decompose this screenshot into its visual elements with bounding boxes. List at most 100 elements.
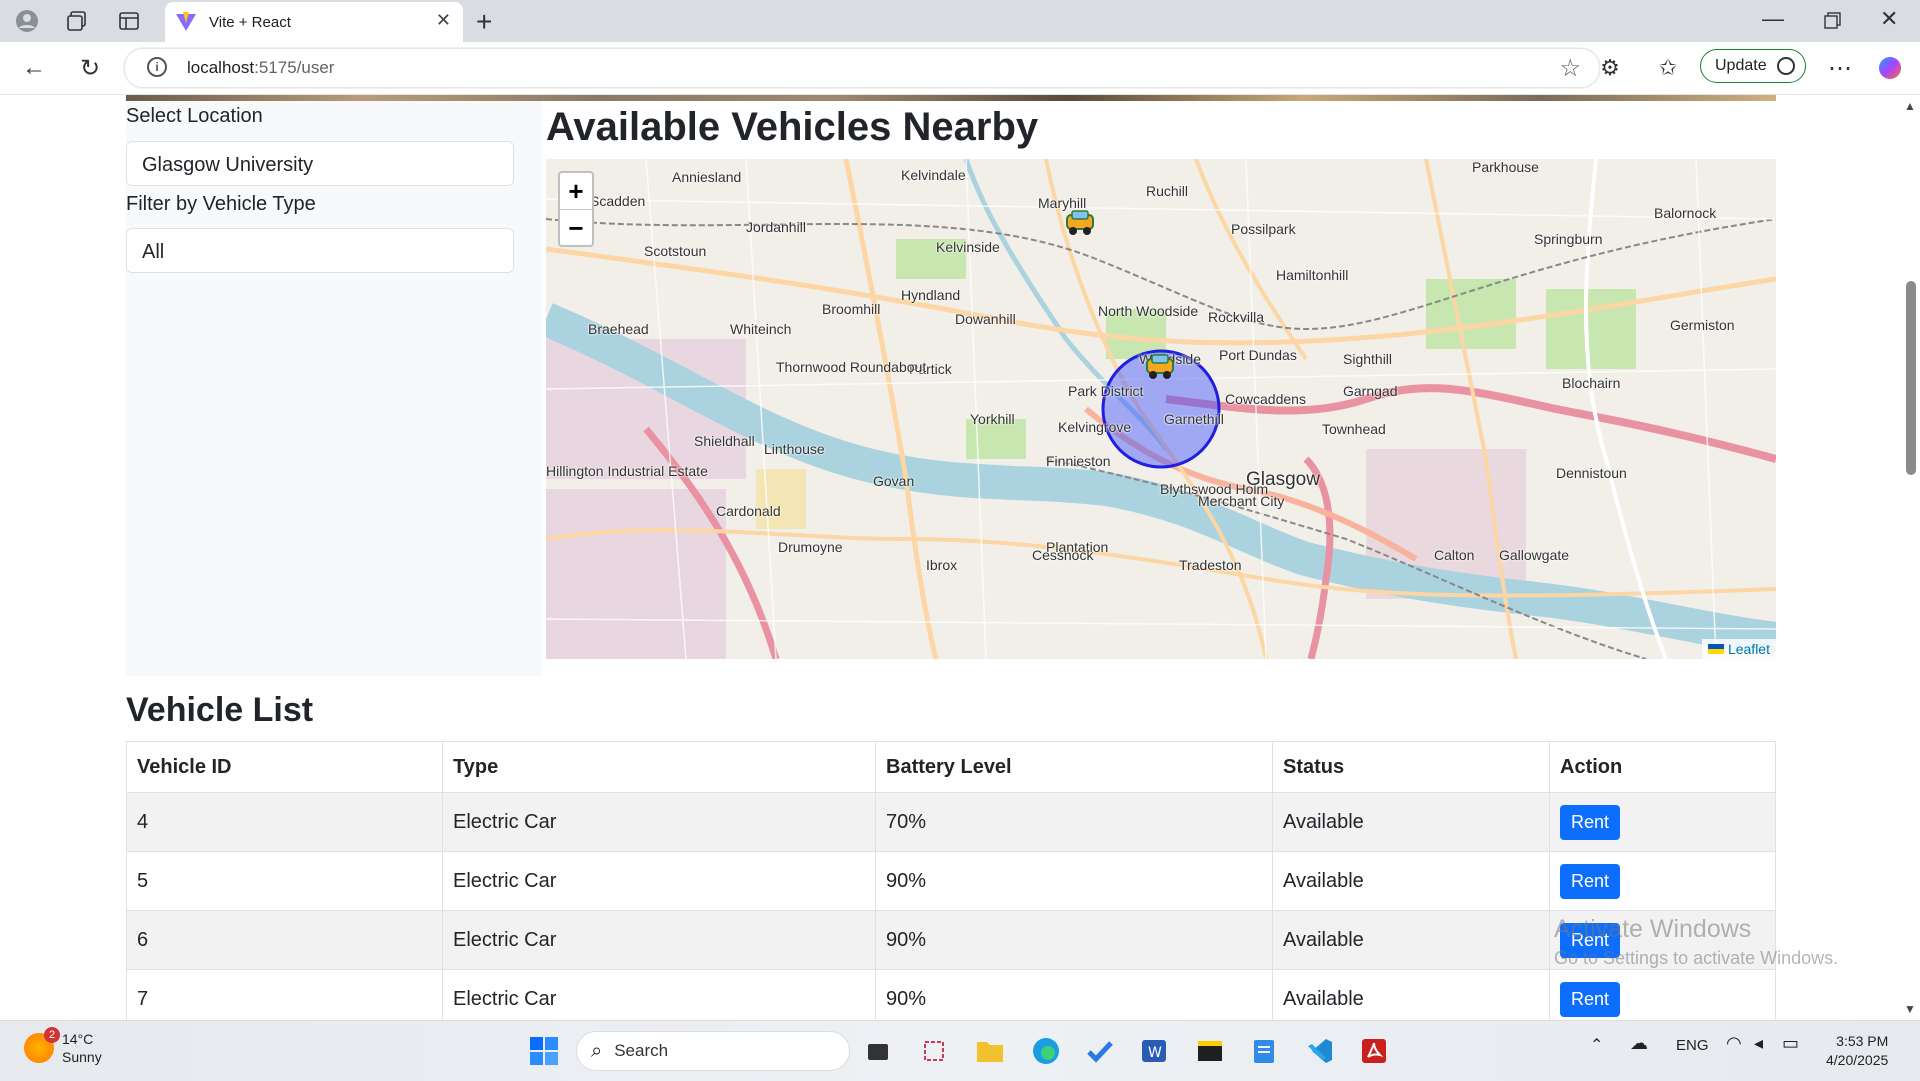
map-place-label: Cessnock bbox=[1032, 547, 1094, 563]
map-place-label: Port Dundas bbox=[1219, 347, 1297, 363]
map-place-label: Cardonald bbox=[716, 503, 781, 519]
cell-id: 4 bbox=[126, 792, 443, 852]
scroll-down-icon[interactable]: ▼ bbox=[1904, 1002, 1916, 1016]
weather-widget[interactable]: 2 14°C Sunny bbox=[24, 1027, 102, 1066]
map-place-label: Blochairn bbox=[1562, 375, 1621, 391]
zoom-out-button[interactable]: − bbox=[560, 210, 592, 246]
extensions-icon[interactable]: ⚙ bbox=[1596, 54, 1624, 82]
location-value: Glasgow University bbox=[142, 154, 314, 176]
cell-status: Available bbox=[1272, 792, 1550, 852]
zoom-in-button[interactable]: + bbox=[560, 173, 592, 210]
rent-button[interactable]: Rent bbox=[1560, 981, 1621, 1017]
map-place-label: Parkhouse bbox=[1472, 159, 1539, 175]
profile-icon[interactable] bbox=[14, 8, 40, 34]
ukraine-flag-icon bbox=[1707, 644, 1724, 654]
vehicle-type-select[interactable]: All bbox=[126, 228, 514, 273]
location-select[interactable]: Glasgow University bbox=[126, 141, 514, 186]
favorites-icon[interactable]: ✩ bbox=[1654, 54, 1682, 82]
table-row: 4 Electric Car 70% Available Rent bbox=[126, 792, 1776, 852]
cell-battery: 90% bbox=[875, 969, 1273, 1020]
map-place-label: Shieldhall bbox=[694, 433, 755, 449]
map-place-label: Springburn bbox=[1534, 231, 1603, 247]
col-vehicle-id: Vehicle ID bbox=[126, 741, 443, 793]
restore-icon[interactable] bbox=[1824, 6, 1842, 36]
activate-windows-watermark: Activate Windows Go to Settings to activ… bbox=[1554, 915, 1838, 969]
refresh-icon[interactable]: ↻ bbox=[76, 54, 104, 82]
table-row: 5 Electric Car 90% Available Rent bbox=[126, 851, 1776, 911]
favorite-star-icon[interactable]: ☆ bbox=[1559, 54, 1581, 83]
onedrive-icon[interactable]: ☁ bbox=[1630, 1033, 1648, 1054]
site-info-icon[interactable]: i bbox=[147, 57, 167, 77]
acrobat-icon[interactable] bbox=[1354, 1031, 1394, 1071]
rent-button[interactable]: Rent bbox=[1560, 863, 1621, 899]
vehicle-marker-icon[interactable] bbox=[1144, 351, 1176, 386]
page-scrollbar[interactable]: ▲ ▼ bbox=[1900, 95, 1920, 1020]
scrollbar-thumb[interactable] bbox=[1906, 281, 1916, 475]
map-place-label: Ruchill bbox=[1146, 183, 1189, 199]
map-place-label: Possilpark bbox=[1231, 221, 1296, 237]
wifi-icon[interactable]: ◠ bbox=[1726, 1033, 1742, 1054]
map-place-label: Hillington Industrial Estate bbox=[546, 463, 708, 479]
terminal-icon[interactable] bbox=[1190, 1031, 1230, 1071]
vertical-tabs-icon[interactable] bbox=[116, 8, 142, 34]
map-place-label: Tradeston bbox=[1179, 557, 1242, 573]
map-place-label: Sighthill bbox=[1343, 351, 1393, 367]
more-options-icon[interactable]: ⋯ bbox=[1826, 54, 1854, 82]
copilot-icon[interactable] bbox=[1876, 54, 1904, 82]
start-icon[interactable] bbox=[524, 1031, 564, 1071]
url-input[interactable]: i localhost:5175/user ☆ bbox=[124, 48, 1600, 88]
map-place-label: Calton bbox=[1434, 547, 1475, 563]
cell-id: 5 bbox=[126, 851, 443, 911]
search-icon: ⌕ bbox=[591, 1039, 603, 1062]
map-place-label: Drumoyne bbox=[778, 539, 843, 555]
battery-icon[interactable]: ▭ bbox=[1782, 1033, 1799, 1054]
vehicle-table: Vehicle ID Type Battery Level Status Act… bbox=[126, 741, 1776, 1020]
tab-vite-react[interactable]: Vite + React ✕ bbox=[165, 2, 463, 42]
map-place-label: Finnieston bbox=[1046, 453, 1111, 469]
filter-label: Filter by Vehicle Type bbox=[126, 193, 316, 215]
map-attribution[interactable]: Leaflet bbox=[1701, 639, 1776, 659]
back-icon[interactable]: ← bbox=[20, 54, 48, 82]
map-place-label: Garngad bbox=[1343, 383, 1398, 399]
search-placeholder: Search bbox=[614, 1041, 669, 1060]
cell-battery: 90% bbox=[875, 851, 1273, 911]
language-indicator[interactable]: ENG bbox=[1676, 1037, 1709, 1054]
cell-action: Rent bbox=[1549, 792, 1776, 852]
task-view-icon[interactable] bbox=[858, 1031, 898, 1071]
cell-type: Electric Car bbox=[442, 969, 876, 1020]
update-button[interactable]: Update bbox=[1700, 49, 1806, 83]
sidebar bbox=[126, 101, 542, 676]
todo-icon[interactable] bbox=[1080, 1031, 1120, 1071]
close-window-icon[interactable]: ✕ bbox=[1880, 6, 1898, 32]
word-icon[interactable]: W bbox=[1134, 1031, 1174, 1071]
show-hidden-icons-icon[interactable]: ⌃ bbox=[1590, 1035, 1603, 1055]
taskbar-clock[interactable]: 3:53 PM 4/20/2025 bbox=[1826, 1032, 1888, 1070]
minimize-icon[interactable]: — bbox=[1762, 6, 1784, 32]
map-place-label: Kelvindale bbox=[901, 167, 966, 183]
new-tab-icon[interactable]: + bbox=[476, 6, 492, 38]
location-label: Select Location bbox=[126, 105, 263, 127]
snipping-tool-icon[interactable] bbox=[914, 1031, 954, 1071]
vite-logo-icon bbox=[176, 12, 196, 31]
workspaces-icon[interactable] bbox=[64, 8, 90, 34]
cell-type: Electric Car bbox=[442, 910, 876, 970]
map-place-label: Dowanhill bbox=[955, 311, 1016, 327]
leaflet-map[interactable]: Anniesland Kelvindale Maryhill Ruchill Parkh… bbox=[546, 159, 1776, 659]
cell-battery: 90% bbox=[875, 910, 1273, 970]
vehicle-marker-icon[interactable] bbox=[1064, 207, 1096, 242]
map-place-label: Scotstoun bbox=[644, 243, 707, 259]
map-place-label: Germiston bbox=[1670, 317, 1735, 333]
leaflet-link[interactable]: Leaflet bbox=[1728, 641, 1770, 657]
close-tab-icon[interactable]: ✕ bbox=[436, 10, 451, 31]
notepad-icon[interactable] bbox=[1244, 1031, 1284, 1071]
vscode-icon[interactable] bbox=[1300, 1031, 1340, 1071]
cell-id: 6 bbox=[126, 910, 443, 970]
file-explorer-icon[interactable] bbox=[970, 1031, 1010, 1071]
taskbar-search[interactable]: ⌕ Search bbox=[576, 1031, 850, 1071]
rent-button[interactable]: Rent bbox=[1560, 804, 1621, 840]
scroll-up-icon[interactable]: ▲ bbox=[1904, 99, 1916, 113]
table-row: 7 Electric Car 90% Available Rent bbox=[126, 969, 1776, 1020]
map-place-label: Linthouse bbox=[764, 441, 825, 457]
volume-icon[interactable]: ◂ bbox=[1754, 1033, 1763, 1054]
edge-icon[interactable] bbox=[1026, 1031, 1066, 1071]
